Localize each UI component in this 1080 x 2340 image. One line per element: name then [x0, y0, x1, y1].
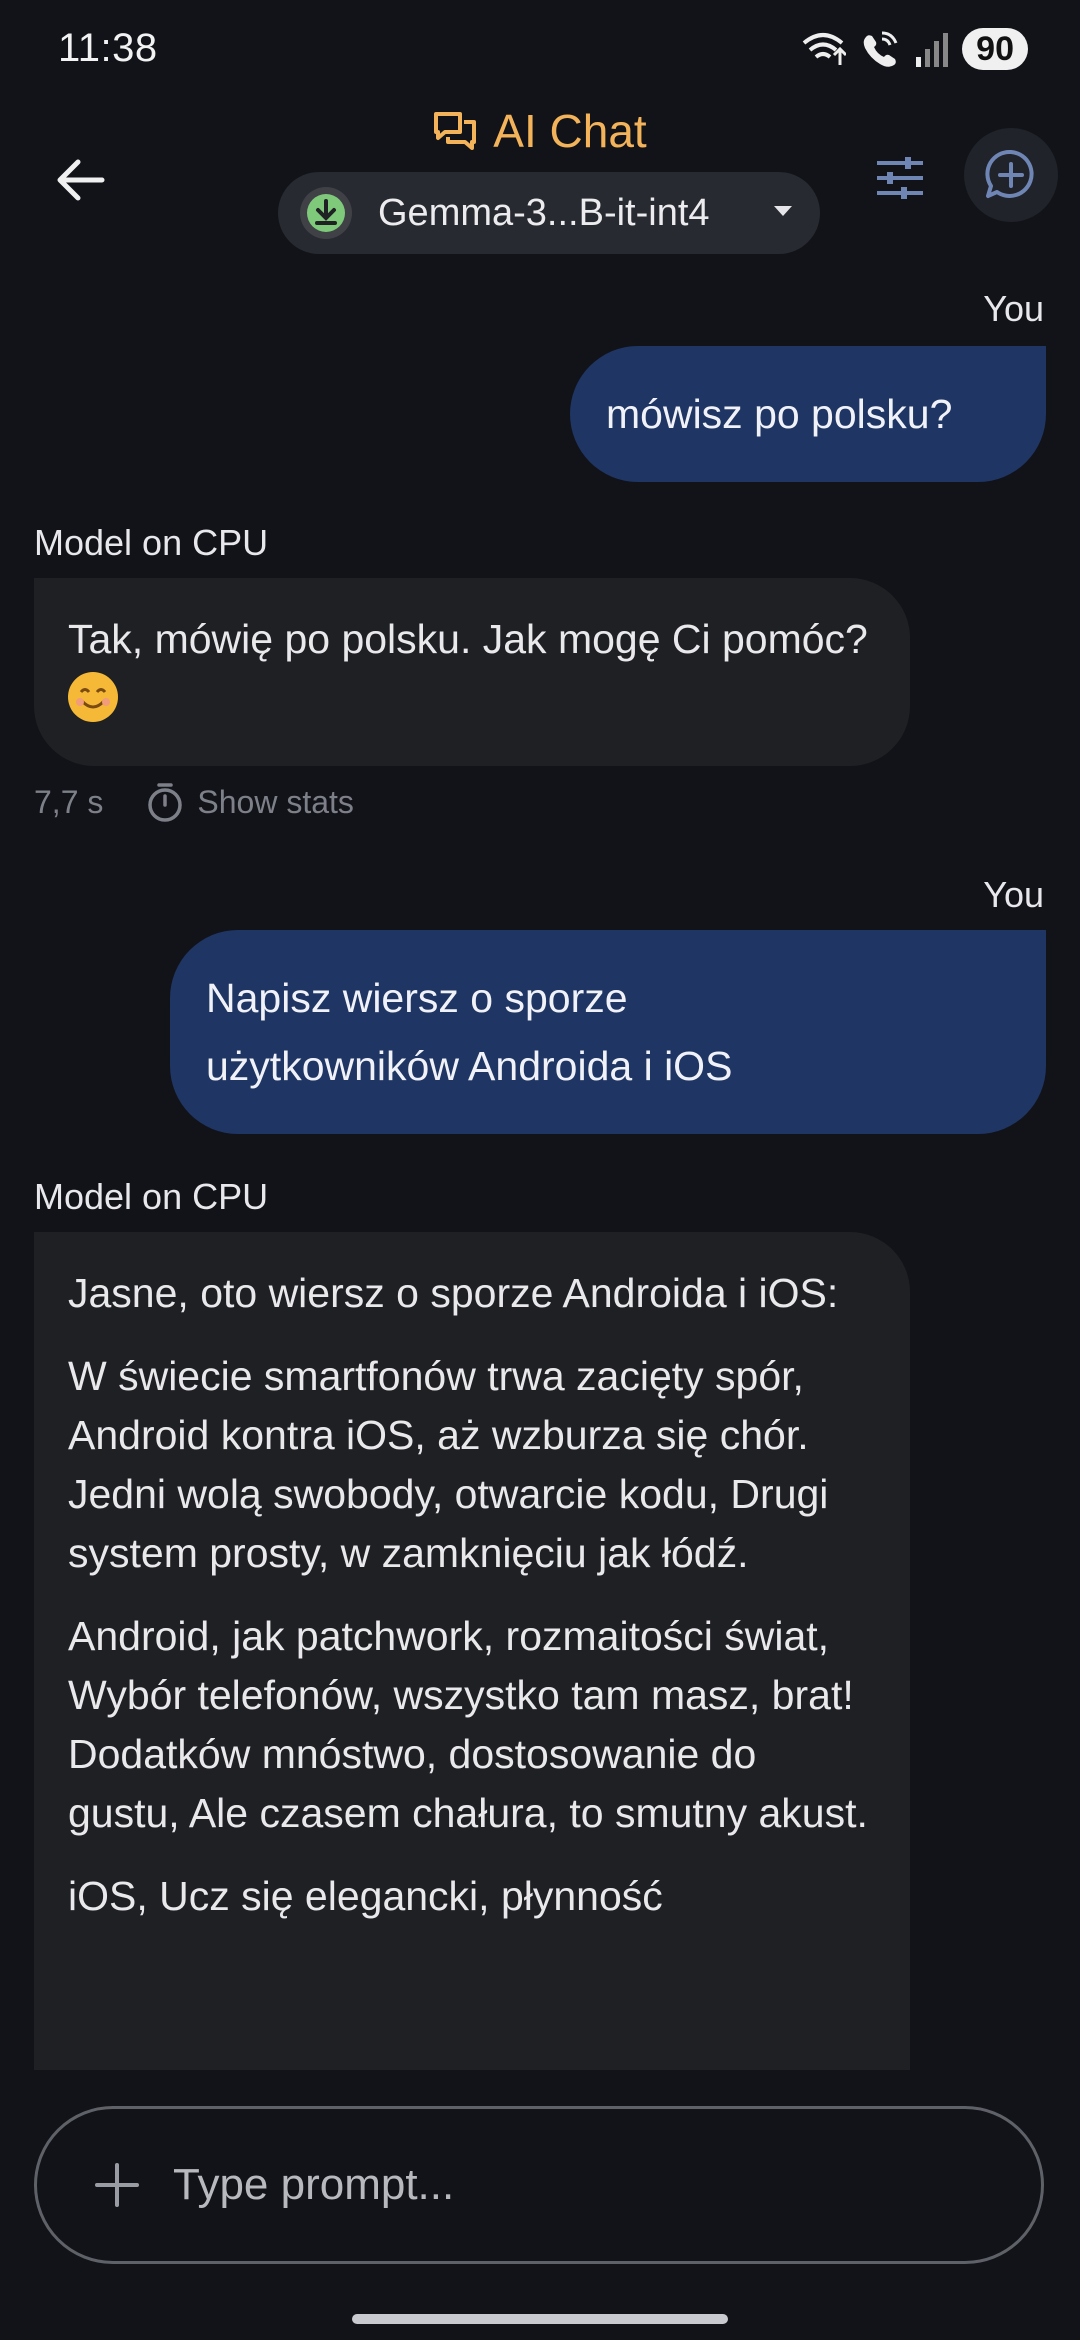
wifi-call-icon	[863, 31, 898, 67]
tune-icon	[877, 157, 923, 199]
input-area	[0, 2070, 1080, 2340]
user-message-bubble[interactable]: mówisz po polsku?	[570, 346, 1046, 482]
home-indicator[interactable]	[352, 2314, 728, 2324]
battery-icon: 90	[962, 28, 1028, 70]
user-message-bubble[interactable]: Napisz wiersz o sporze użytkowników Andr…	[170, 930, 1046, 1134]
show-stats-label: Show stats	[197, 783, 354, 820]
model-message-bubble[interactable]: Tak, mówię po polsku. Jak mogę Ci pomóc?	[34, 578, 910, 766]
add-attachment-button[interactable]	[87, 2155, 147, 2215]
download-icon	[300, 187, 352, 239]
prompt-box[interactable]	[34, 2106, 1044, 2264]
message-text: mówisz po polsku?	[606, 391, 953, 437]
timer-icon	[148, 783, 183, 822]
chevron-down-icon	[774, 206, 792, 216]
message-paragraph: Jasne, oto wiersz o sporze Androida i iO…	[68, 1270, 839, 1316]
message-paragraph: iOS, Ucz się elegancki, płynność	[68, 1873, 663, 1919]
smiling-face-icon	[68, 672, 118, 722]
message-paragraph: W świecie smartfonów trwa zacięty spór, …	[68, 1353, 829, 1576]
model-selector[interactable]: Gemma-3...B-it-int4	[278, 172, 820, 254]
model-message-bubble[interactable]: Jasne, oto wiersz o sporze Androida i iO…	[34, 1232, 910, 2070]
sender-label: Model on CPU	[34, 1176, 269, 1217]
plus-icon	[95, 2163, 139, 2207]
message-paragraph: Android, jak patchwork, rozmaitości świa…	[68, 1613, 868, 1836]
sender-label: Model on CPU	[34, 522, 269, 563]
status-icons: 90	[800, 28, 1028, 70]
new-chat-button[interactable]	[964, 128, 1058, 222]
add-comment-icon	[985, 149, 1034, 198]
sender-label: You	[983, 288, 1044, 329]
page-title: AI Chat	[493, 105, 647, 157]
settings-button[interactable]	[862, 140, 938, 216]
response-time: 7,7 s	[34, 783, 104, 820]
model-name: Gemma-3...B-it-int4	[378, 191, 710, 234]
prompt-input[interactable]	[173, 2160, 953, 2210]
sender-label: You	[983, 874, 1044, 915]
message-stats-row: 7,7 s Show stats	[34, 782, 354, 822]
top-app-bar: AI Chat Gemma-3...B-it-int4	[0, 100, 1080, 270]
arrow-back-icon	[57, 159, 105, 201]
chat-messages[interactable]: You mówisz po polsku? Model on CPU Tak, …	[0, 270, 1080, 2070]
message-text-line: użytkowników Androida i iOS	[206, 1043, 733, 1089]
status-bar: 11:38 90	[0, 0, 1080, 100]
wifi-calling-icon	[802, 33, 847, 65]
app-screen: 11:38 90 AI Chat Gemma-3...B-it-int4 You…	[0, 0, 1080, 2340]
chat-bubbles-icon	[434, 112, 477, 150]
status-time: 11:38	[58, 26, 158, 70]
show-stats-button[interactable]: Show stats	[147, 782, 354, 822]
message-text-line: Napisz wiersz o sporze	[206, 975, 628, 1021]
signal-icon	[916, 33, 949, 67]
message-text: Tak, mówię po polsku. Jak mogę Ci pomóc?	[68, 616, 868, 662]
